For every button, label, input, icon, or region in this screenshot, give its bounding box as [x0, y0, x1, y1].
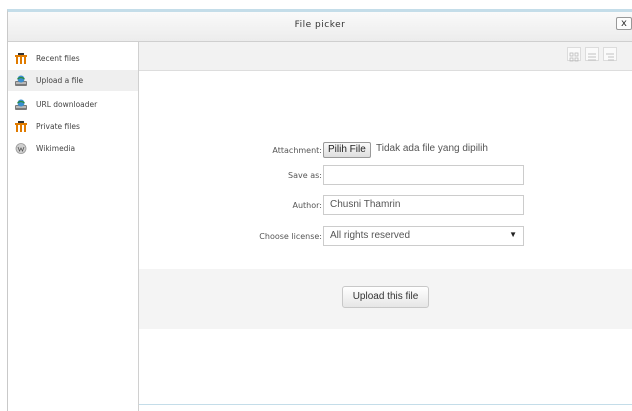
- list-view-button[interactable]: [585, 47, 599, 61]
- file-status-text: Tidak ada file yang dipilih: [376, 143, 488, 154]
- tree-view-icon: [606, 53, 614, 61]
- tree-view-button[interactable]: [603, 47, 617, 61]
- wikimedia-icon: [15, 143, 27, 154]
- sidebar-item-label: Recent files: [36, 54, 80, 63]
- author-label: Author:: [292, 201, 323, 210]
- upload-panel: Attachment: Pilih File Tidak ada file ya…: [139, 42, 632, 411]
- icons-view-icon: [569, 52, 579, 62]
- license-selected-value: All rights reserved: [330, 230, 411, 241]
- upload-icon: [15, 75, 27, 86]
- view-toolbar: [139, 42, 632, 71]
- file-picker-dialog: File picker x Recent files Upload a file: [7, 9, 632, 411]
- repository-icon: [15, 121, 27, 132]
- url-download-icon: [15, 99, 27, 110]
- license-select[interactable]: All rights reserved ▼: [323, 226, 524, 246]
- choose-file-button[interactable]: Pilih File: [323, 142, 371, 158]
- save-as-input[interactable]: [323, 165, 524, 185]
- author-input[interactable]: Chusni Thamrin: [323, 195, 524, 215]
- sidebar-item-label: URL downloader: [36, 100, 98, 109]
- close-button[interactable]: x: [616, 17, 632, 30]
- dialog-titlebar[interactable]: File picker x: [8, 12, 632, 42]
- dialog-title: File picker: [294, 20, 346, 30]
- list-view-icon: [588, 53, 596, 61]
- license-label: Choose license:: [259, 232, 322, 241]
- sidebar-item-label: Private files: [36, 122, 80, 131]
- save-as-row: Save as:: [139, 165, 632, 187]
- form-footer: Upload this file: [139, 269, 632, 329]
- repository-sidebar: Recent files Upload a file URL downloade…: [8, 42, 139, 411]
- attachment-label: Attachment:: [272, 146, 322, 155]
- icons-view-button[interactable]: [567, 47, 581, 62]
- author-row: Author: Chusni Thamrin: [139, 195, 632, 217]
- repository-icon: [15, 53, 27, 64]
- sidebar-item-label: Upload a file: [36, 76, 84, 85]
- sidebar-item-private-files[interactable]: Private files: [8, 116, 138, 137]
- sidebar-item-recent-files[interactable]: Recent files: [8, 48, 138, 69]
- upload-this-file-button[interactable]: Upload this file: [342, 286, 429, 308]
- bottom-divider: [139, 404, 632, 405]
- sidebar-item-url-downloader[interactable]: URL downloader: [8, 94, 138, 115]
- save-as-label: Save as:: [288, 171, 322, 180]
- sidebar-item-upload-a-file[interactable]: Upload a file: [8, 70, 138, 91]
- close-icon: x: [621, 18, 627, 29]
- attachment-row: Attachment: Pilih File Tidak ada file ya…: [139, 140, 632, 162]
- sidebar-item-wikimedia[interactable]: Wikimedia: [8, 138, 138, 159]
- dropdown-caret-icon: ▼: [509, 230, 517, 239]
- sidebar-item-label: Wikimedia: [36, 144, 76, 153]
- license-row: Choose license: All rights reserved ▼: [139, 226, 632, 248]
